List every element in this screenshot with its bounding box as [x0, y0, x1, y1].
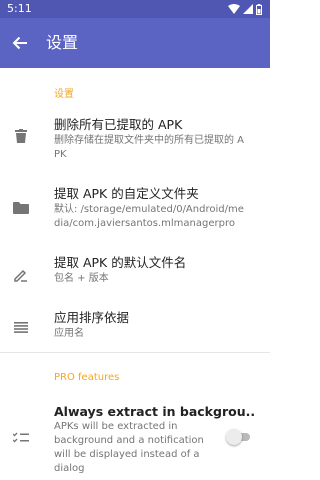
battery-icon [256, 3, 262, 15]
pref-summary: 包名 + 版本 [54, 273, 109, 284]
wifi-icon [228, 4, 240, 14]
back-button[interactable] [8, 31, 32, 55]
background-extract-toggle[interactable] [226, 429, 250, 445]
pref-custom-folder[interactable]: 提取 APK 的自定义文件夹 默认: /storage/emulated/0/A… [0, 175, 270, 247]
status-time: 5:11 [7, 2, 32, 15]
page-title: 设置 [46, 33, 79, 52]
app-bar: 设置 [0, 18, 270, 68]
pref-summary: APKs will be extracted in background and… [54, 421, 204, 474]
checklist-icon [12, 429, 30, 447]
sort-icon [12, 318, 30, 336]
trash-icon [12, 127, 30, 145]
pref-title: 删除所有已提取的 APK [54, 117, 183, 132]
section-divider [0, 352, 270, 353]
category-pro-features: PRO features [54, 372, 120, 383]
pref-summary: 删除存储在提取文件夹中的所有已提取的 APK [54, 135, 245, 160]
category-settings: 设置 [54, 89, 74, 100]
status-icons [228, 3, 262, 15]
pref-summary: 应用名 [54, 328, 84, 339]
settings-list[interactable]: 设置 删除所有已提取的 APK 删除存储在提取文件夹中的所有已提取的 APK 提… [0, 68, 270, 480]
pref-delete-extracted[interactable]: 删除所有已提取的 APK 删除存储在提取文件夹中的所有已提取的 APK [0, 105, 270, 167]
toggle-thumb [226, 429, 242, 445]
pref-default-filename[interactable]: 提取 APK 的默认文件名 包名 + 版本 [0, 249, 270, 301]
pref-sort-by[interactable]: 应用排序依据 应用名 [0, 301, 270, 353]
folder-icon [12, 199, 30, 217]
pref-title: 应用排序依据 [54, 310, 130, 325]
pref-title: 提取 APK 的自定义文件夹 [54, 186, 199, 201]
edit-icon [12, 266, 30, 284]
pref-title: 提取 APK 的默认文件名 [54, 255, 187, 270]
arrow-back-icon [12, 36, 27, 50]
pref-title: Always extract in backgrou.. [54, 404, 256, 419]
pref-summary: 默认: /storage/emulated/0/Android/media/co… [54, 204, 244, 229]
status-bar: 5:11 [0, 0, 270, 18]
signal-icon [243, 4, 253, 14]
